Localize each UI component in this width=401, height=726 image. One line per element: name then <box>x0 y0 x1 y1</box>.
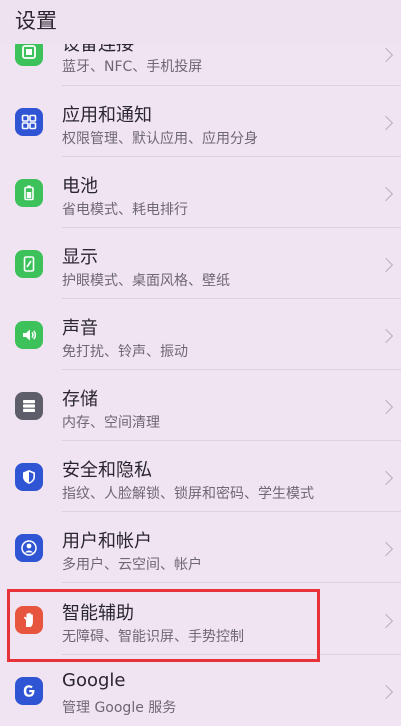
display-icon <box>15 250 43 278</box>
chevron-right-icon <box>378 115 394 131</box>
chevron-right-icon <box>378 257 394 273</box>
row-title: 应用和通知 <box>62 105 152 126</box>
row-title: 存储 <box>62 389 98 410</box>
row-title: 用户和帐户 <box>62 531 152 552</box>
row-subtitle: 权限管理、默认应用、应用分身 <box>62 131 258 147</box>
settings-row-sound[interactable]: 声音 免打扰、铃声、振动 <box>0 299 401 370</box>
settings-row-display[interactable]: 显示 护眼模式、桌面风格、壁纸 <box>0 228 401 299</box>
settings-row-security-privacy[interactable]: 安全和隐私 指纹、人脸解锁、锁屏和密码、学生模式 <box>0 441 401 512</box>
divider <box>62 582 401 583</box>
storage-icon <box>15 392 43 420</box>
row-subtitle: 蓝牙、NFC、手机投屏 <box>62 59 203 75</box>
user-icon <box>15 534 43 562</box>
settings-row-users-accounts[interactable]: 用户和帐户 多用户、云空间、帐户 <box>0 512 401 583</box>
row-subtitle: 护眼模式、桌面风格、壁纸 <box>62 273 230 289</box>
chevron-right-icon <box>378 47 394 63</box>
settings-row-battery[interactable]: 电池 省电模式、耗电排行 <box>0 157 401 228</box>
apps-grid-icon <box>15 108 43 136</box>
google-icon <box>15 677 43 705</box>
row-subtitle: 多用户、云空间、帐户 <box>62 557 202 573</box>
settings-row-smart-assistance[interactable]: 智能辅助 无障碍、智能识屏、手势控制 <box>0 584 401 655</box>
row-title: Google <box>62 670 126 691</box>
battery-icon <box>15 179 43 207</box>
row-title: 电池 <box>62 176 98 197</box>
row-title: 声音 <box>62 318 98 339</box>
settings-row-apps-notifications[interactable]: 应用和通知 权限管理、默认应用、应用分身 <box>0 86 401 157</box>
chevron-right-icon <box>378 684 394 700</box>
row-subtitle: 省电模式、耗电排行 <box>62 202 188 218</box>
shield-icon <box>15 463 43 491</box>
row-title: 显示 <box>62 247 98 268</box>
page-title: 设置 <box>15 9 57 33</box>
header: 设置 <box>0 0 401 44</box>
row-title: 安全和隐私 <box>62 460 152 481</box>
settings-row-google[interactable]: Google 管理 Google 服务 <box>0 655 401 726</box>
row-title: 智能辅助 <box>62 603 134 624</box>
row-subtitle: 无障碍、智能识屏、手势控制 <box>62 629 244 645</box>
chevron-right-icon <box>378 470 394 486</box>
chevron-right-icon <box>378 541 394 557</box>
settings-list: 设备连接 蓝牙、NFC、手机投屏 应用和通知 权限管理、默认应用、应用分身 电池… <box>0 0 401 716</box>
speaker-icon <box>15 321 43 349</box>
chevron-right-icon <box>378 399 394 415</box>
row-subtitle: 内存、空间清理 <box>62 415 160 431</box>
chevron-right-icon <box>378 186 394 202</box>
chevron-right-icon <box>378 328 394 344</box>
chevron-right-icon <box>378 613 394 629</box>
row-subtitle: 免打扰、铃声、振动 <box>62 344 188 360</box>
row-subtitle: 管理 Google 服务 <box>62 700 177 716</box>
hand-icon <box>15 606 43 634</box>
settings-row-storage[interactable]: 存储 内存、空间清理 <box>0 370 401 441</box>
row-subtitle: 指纹、人脸解锁、锁屏和密码、学生模式 <box>62 486 314 502</box>
